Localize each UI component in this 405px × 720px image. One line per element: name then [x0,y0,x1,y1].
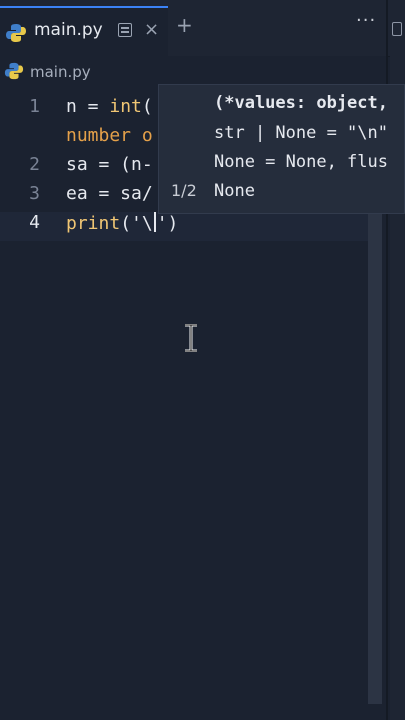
line-number: 1 [29,96,40,117]
overload-counter[interactable]: 1/2 [171,181,197,200]
line-number: 2 [29,154,40,175]
signature-line: (*values: object, [214,93,388,113]
line-number: 3 [29,183,40,204]
line-number: 4 [29,212,40,233]
tab-label: main.py [34,20,103,40]
inlay-hint: number o [66,125,153,146]
tab-bar: main.py × + ··· [0,0,405,57]
python-icon [6,24,26,42]
signature-line: None = None, flus [214,152,388,172]
python-icon [4,62,24,80]
tab-main-py[interactable]: main.py × [0,6,168,56]
close-icon[interactable]: × [144,20,159,40]
code-text: ea = sa/ [66,183,153,204]
scrollbar-thumb[interactable] [368,210,382,704]
text-caret [153,212,156,232]
signature-line: str | None = "\n" [214,123,388,143]
text-cursor-icon [185,324,197,352]
signature-line: None [214,181,255,201]
code-text: n = int( [66,96,153,117]
breadcrumb-file[interactable]: main.py [30,63,91,81]
split-editor-icon[interactable] [118,23,132,37]
code-line-current[interactable]: 4 print('\ ') [0,212,370,241]
signature-help-popup: 1/2 (*values: object, str | None = "\n" … [158,84,405,214]
right-pane-tab-icon[interactable] [392,22,402,36]
more-actions-icon[interactable]: ··· [356,10,376,31]
code-text: print('\ ') [66,212,179,234]
code-text: sa = (n- [66,154,153,175]
new-tab-icon[interactable]: + [176,15,193,35]
